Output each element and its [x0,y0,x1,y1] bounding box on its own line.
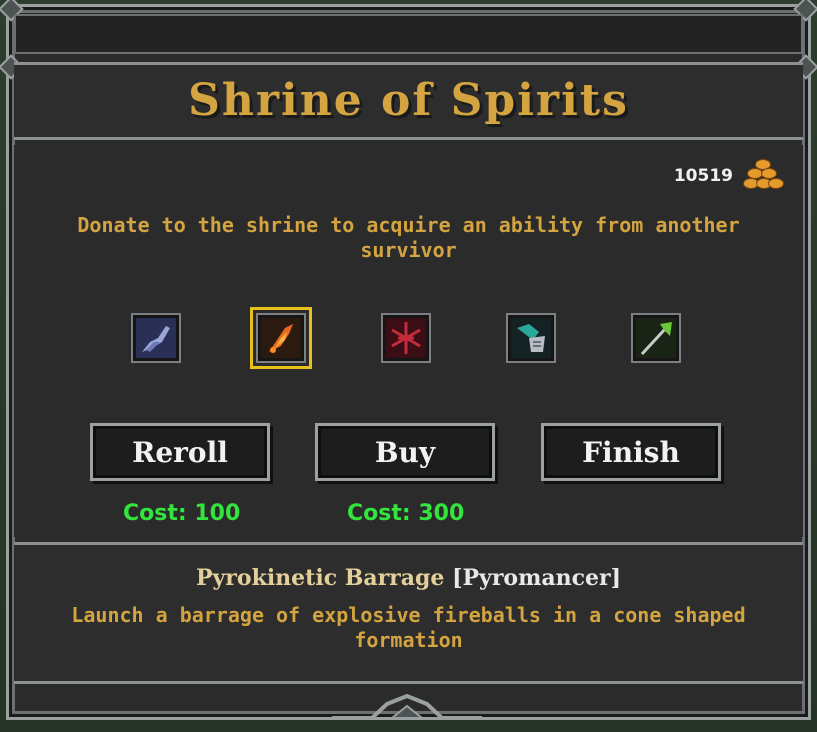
title-band: Shrine of Spirits [14,62,803,140]
top-bar [14,14,803,54]
spirit-claw-icon [511,318,551,358]
ability-slot-5[interactable] [631,313,681,363]
reroll-button[interactable]: Reroll [90,423,270,481]
ability-slot-3[interactable] [381,313,431,363]
ability-slot-1[interactable] [131,313,181,363]
ability-choices [14,307,803,369]
gold-display: 10519 [673,159,784,193]
coin-pile-icon [743,159,784,193]
gold-count: 10519 [673,166,733,186]
buy-cost: Cost: 300 [347,501,465,526]
reroll-cost: Cost: 100 [123,501,241,526]
ability-info-panel: Pyrokinetic Barrage [Pyromancer] Launch … [14,542,803,684]
blood-rune-icon [386,318,426,358]
finish-button[interactable]: Finish [541,423,721,481]
ability-class: [Pyromancer] [452,565,622,591]
bottom-ornament [332,694,482,720]
buy-button[interactable]: Buy [315,423,495,481]
ability-description: Launch a barrage of explosive fireballs … [71,603,746,652]
ability-title: Pyrokinetic Barrage [Pyromancer] [14,565,803,591]
shrine-description: Donate to the shrine to acquire an abili… [77,213,740,262]
nature-spear-icon [636,318,676,358]
shrine-content: 10519 Donate to the shrine to acquire an… [14,145,803,537]
window-title: Shrine of Spirits [188,75,629,126]
ability-slot-4[interactable] [506,313,556,363]
crescent-blade-icon [136,318,176,358]
ability-slot-2[interactable] [250,307,312,369]
fireball-icon [261,318,301,358]
ability-name: Pyrokinetic Barrage [195,565,445,591]
